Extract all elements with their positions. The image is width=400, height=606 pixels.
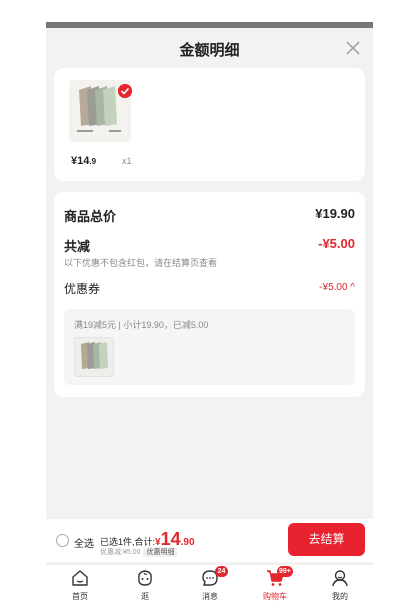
tab-messages[interactable]: 24 消息 (190, 565, 230, 606)
tab-cart-label: 购物车 (263, 592, 287, 601)
select-all-label[interactable]: 全选 (74, 535, 94, 550)
goods-total-value: ¥19.90 (315, 206, 355, 221)
discount-value: -¥5.00 (318, 236, 355, 251)
total-price: ¥14.90 (155, 529, 195, 549)
sheet-title: 金额明细 (179, 42, 240, 59)
message-count-badge: 24 (215, 566, 228, 577)
goods-total-row: 商品总价 ¥19.90 (64, 206, 355, 224)
product-quantity: x1 (122, 156, 132, 166)
goods-total-label: 商品总价 (64, 209, 117, 224)
selected-check-icon (118, 84, 132, 98)
select-all-radio[interactable] (56, 534, 69, 547)
discount-row: 共减 -¥5.00 以下优惠不包含红包，请在结算页查看 (64, 236, 355, 270)
coupon-product-thumbnail (74, 337, 114, 377)
tab-messages-label: 消息 (202, 592, 218, 601)
coupon-detail-box: 满19减5元 | 小计19.90，已减5.00 (64, 309, 355, 385)
tab-profile-label: 我的 (332, 592, 348, 601)
coupon-row[interactable]: 优惠券 -¥5.00 ^ (64, 280, 355, 298)
cart-count-badge: 99+ (277, 566, 293, 577)
amount-detail-sheet: 金额明细 ¥14.9 x1 商品总价 ¥19.90 共减 -¥5.00 以下优惠… (46, 22, 373, 606)
tab-home-label: 首页 (72, 592, 88, 601)
tab-browse-label: 逛 (141, 592, 149, 601)
product-card: ¥14.9 x1 (54, 68, 365, 181)
coupon-label: 优惠券 (64, 282, 101, 296)
discount-summary: 优惠减:¥5.00 优惠明细 (100, 547, 178, 557)
checkout-button[interactable]: 去结算 (288, 523, 365, 556)
checkout-bar: 全选 已选1件,合计:¥14.90 优惠减:¥5.00 优惠明细 去结算 (46, 519, 373, 562)
bottom-tab-bar: 首页 逛 24 消息 99+ 购物车 我的 (46, 564, 373, 606)
discount-note: 以下优惠不包含红包，请在结算页查看 (64, 258, 218, 268)
selected-count-text: 已选1件,合计: (100, 537, 156, 547)
discount-label: 共减 (64, 239, 91, 254)
discount-amount-text: 优惠减:¥5.00 (100, 549, 141, 556)
coupon-value[interactable]: -¥5.00 ^ (319, 282, 355, 293)
coupon-description: 满19减5元 | 小计19.90，已减5.00 (74, 320, 209, 330)
tab-browse[interactable]: 逛 (125, 565, 165, 606)
tab-cart[interactable]: 99+ 购物车 (255, 565, 295, 606)
browse-face-icon (138, 570, 152, 586)
discount-detail-button[interactable]: 优惠明细 (143, 547, 178, 557)
product-price: ¥14.9 (71, 155, 97, 167)
close-icon[interactable] (345, 40, 361, 56)
home-icon (72, 570, 88, 586)
profile-icon (332, 570, 348, 587)
sheet-header: 金额明细 (46, 28, 373, 66)
tab-home[interactable]: 首页 (60, 565, 100, 606)
amount-summary-card: 商品总价 ¥19.90 共减 -¥5.00 以下优惠不包含红包，请在结算页查看 … (54, 192, 365, 397)
tab-profile[interactable]: 我的 (320, 565, 360, 606)
